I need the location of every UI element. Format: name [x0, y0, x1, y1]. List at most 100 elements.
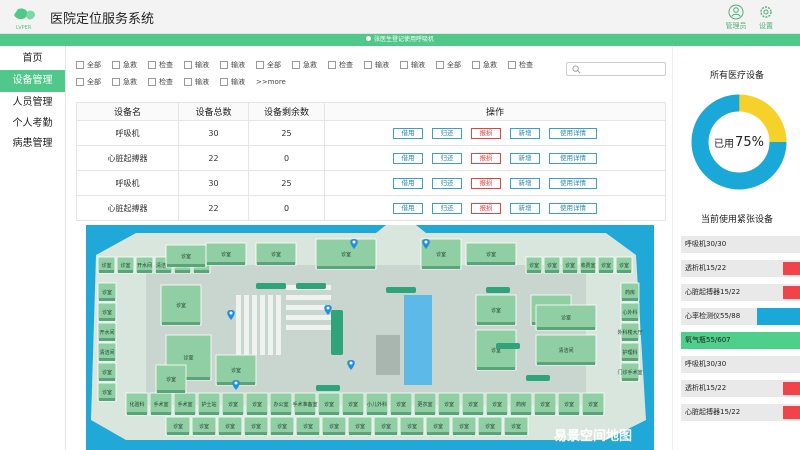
device-remaining-cell: 25	[248, 170, 325, 196]
shortage-item[interactable]: 氧气瓶55/607	[681, 332, 800, 349]
shortage-item[interactable]: 心脏起搏器15/22	[681, 284, 800, 301]
checkbox-box[interactable]	[364, 60, 372, 69]
shortage-indicator	[783, 286, 800, 299]
checkbox-box[interactable]	[76, 77, 84, 86]
borrow-button[interactable]: 借用	[393, 177, 423, 189]
checkbox-box[interactable]	[148, 77, 156, 86]
borrow-button[interactable]: 借用	[393, 152, 423, 164]
map-room-wall	[271, 432, 293, 435]
more-link[interactable]: >>more	[256, 78, 286, 86]
usage-details-button[interactable]: 使用详情	[549, 202, 597, 214]
filter-checkbox[interactable]: 全部	[256, 60, 281, 70]
filter-checkbox[interactable]: 检查	[508, 60, 533, 70]
filter-checkbox[interactable]: 输液	[400, 60, 425, 70]
filter-checkbox[interactable]: 输液	[220, 77, 245, 87]
map-room-wall	[511, 412, 531, 415]
map-room-wall	[622, 378, 638, 381]
checkbox-box[interactable]	[256, 60, 264, 69]
checkbox-label: 检查	[519, 60, 533, 69]
add-button[interactable]: 新增	[510, 152, 540, 164]
usage-details-button[interactable]: 使用详情	[549, 177, 597, 189]
filter-checkbox[interactable]: 急救	[472, 60, 497, 70]
shortage-list: 呼吸机30/30 透析机15/22 心脏起搏器15/22 心率检测仪55/88 氧气瓶5…	[681, 236, 800, 428]
sidebar-item-device-management[interactable]: 设备管理	[0, 70, 65, 92]
map-room-label: 清洁间	[558, 347, 573, 354]
checkbox-box[interactable]	[76, 60, 84, 69]
checkbox-box[interactable]	[436, 60, 444, 69]
checkbox-box[interactable]	[328, 60, 336, 69]
map-room-wall	[99, 338, 115, 341]
shortage-item[interactable]: 呼吸机30/30	[681, 356, 800, 373]
shortage-item[interactable]: 心率检测仪55/88	[681, 308, 800, 325]
checkbox-label: 输液	[231, 60, 245, 69]
filter-checkbox[interactable]: 输液	[184, 77, 209, 87]
borrow-button[interactable]: 借用	[393, 202, 423, 214]
map-room-wall	[527, 270, 541, 273]
filter-checkbox[interactable]: 检查	[148, 77, 173, 87]
sidebar-item-home[interactable]: 首页	[0, 48, 65, 70]
checkbox-box[interactable]	[184, 60, 192, 69]
device-table-body: 呼吸机 30 25 借用 归还 报损 新增 使用详情 心脏起搏器 22 0 借用 归还 报损 新增 使用详情呼…	[76, 120, 666, 221]
report-damage-button[interactable]: 报损	[471, 177, 501, 189]
map-area-tag	[486, 287, 510, 293]
filter-checkbox[interactable]: 急救	[292, 60, 317, 70]
filter-checkbox[interactable]: 输液	[364, 60, 389, 70]
shortage-item[interactable]: 呼吸机30/30	[681, 236, 800, 253]
map-crosswalk	[286, 295, 331, 300]
checkbox-box[interactable]	[508, 60, 516, 69]
checkbox-box[interactable]	[292, 60, 300, 69]
sidebar-item-patient-management[interactable]: 病患管理	[0, 134, 65, 154]
map-room-label: 诊室	[166, 376, 176, 383]
add-button[interactable]: 新增	[510, 127, 540, 139]
checkbox-box[interactable]	[220, 60, 228, 69]
filter-checkbox[interactable]: 输液	[220, 60, 245, 70]
shortage-label: 氧气瓶55/607	[685, 336, 731, 344]
shortage-item[interactable]: 心脏起搏器15/22	[681, 404, 800, 421]
map-pin-dot	[326, 306, 330, 310]
shortage-item[interactable]: 透析机15/22	[681, 380, 800, 397]
checkbox-box[interactable]	[112, 60, 120, 69]
report-damage-button[interactable]: 报损	[471, 202, 501, 214]
report-damage-button[interactable]: 报损	[471, 152, 501, 164]
map-room-wall	[487, 412, 507, 415]
return-button[interactable]: 归还	[432, 127, 462, 139]
add-button[interactable]: 新增	[510, 202, 540, 214]
return-button[interactable]: 归还	[432, 202, 462, 214]
return-button[interactable]: 归还	[432, 152, 462, 164]
filter-checkbox[interactable]: 全部	[76, 60, 101, 70]
floor-map[interactable]: 诊室诊室开水间清洁间诊室诊室诊室诊室开水间清洁间诊室诊室诊室诊室诊室收费室诊室诊…	[86, 225, 654, 450]
filter-checkbox[interactable]: 全部	[76, 77, 101, 87]
search-input[interactable]	[566, 62, 666, 76]
sidebar-item-attendance[interactable]: 个人考勤	[0, 114, 65, 134]
settings-label: 设置	[759, 22, 773, 30]
map-room-label: 开水间	[99, 329, 114, 336]
filter-checkbox[interactable]: 急救	[112, 77, 137, 87]
checkbox-box[interactable]	[472, 60, 480, 69]
usage-details-button[interactable]: 使用详情	[549, 127, 597, 139]
checkbox-box[interactable]	[220, 77, 228, 86]
map-room-label: 诊室	[183, 355, 193, 362]
filter-checkbox[interactable]: 全部	[436, 60, 461, 70]
filter-checkbox[interactable]: 检查	[148, 60, 173, 70]
shortage-item[interactable]: 透析机15/22	[681, 260, 800, 277]
usage-details-button[interactable]: 使用详情	[549, 152, 597, 164]
checkbox-box[interactable]	[148, 60, 156, 69]
checkbox-box[interactable]	[112, 77, 120, 86]
operations-group: 借用 归还 报损 新增 使用详情	[325, 177, 665, 189]
filter-checkbox[interactable]: 输液	[184, 60, 209, 70]
map-room-wall	[99, 378, 115, 381]
settings-button[interactable]: 设置	[748, 4, 784, 31]
report-damage-button[interactable]: 报损	[471, 127, 501, 139]
sidebar-item-staff-management[interactable]: 人员管理	[0, 92, 65, 114]
add-button[interactable]: 新增	[510, 177, 540, 189]
filter-checkbox[interactable]: 检查	[328, 60, 353, 70]
checkbox-box[interactable]	[400, 60, 408, 69]
checkbox-box[interactable]	[184, 77, 192, 86]
return-button[interactable]: 归还	[432, 177, 462, 189]
checkbox-label: 全部	[267, 60, 281, 69]
shortage-indicator	[783, 382, 800, 395]
app-logo[interactable]: LVPER	[4, 5, 48, 31]
filter-checkbox[interactable]: 急救	[112, 60, 137, 70]
sidebar: 首页 设备管理 人员管理 个人考勤 病患管理	[0, 46, 66, 450]
borrow-button[interactable]: 借用	[393, 127, 423, 139]
